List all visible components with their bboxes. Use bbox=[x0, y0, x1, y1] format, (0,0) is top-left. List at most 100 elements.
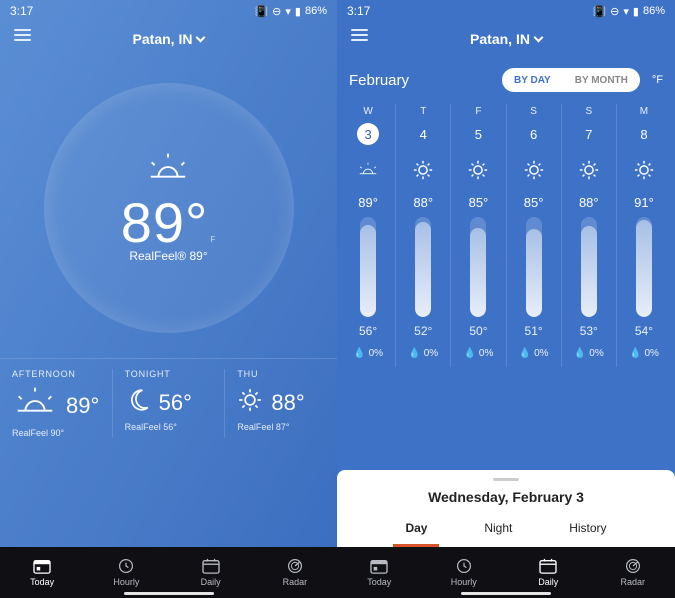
location-picker[interactable]: Patan, IN bbox=[133, 31, 205, 47]
location-label: Patan, IN bbox=[133, 31, 193, 47]
day-number[interactable]: 8 bbox=[633, 123, 655, 145]
chevron-down-icon bbox=[196, 33, 206, 43]
menu-button[interactable] bbox=[351, 29, 368, 41]
hourly-icon bbox=[116, 558, 136, 574]
location-label: Patan, IN bbox=[470, 31, 530, 47]
radar-icon bbox=[623, 558, 643, 574]
days-row[interactable]: W 3 89° 56° 💧0% T 4 88° 52° 💧0% F 5 85° … bbox=[337, 98, 675, 367]
today-icon bbox=[32, 558, 52, 574]
status-icons: 📳 ⊖ ▾ ▮ 86% bbox=[254, 5, 327, 18]
nav-radar[interactable]: Radar bbox=[591, 547, 675, 598]
forecast-realfeel: RealFeel 90° bbox=[12, 428, 100, 438]
day-number[interactable]: 4 bbox=[412, 123, 434, 145]
forecast-realfeel: RealFeel 56° bbox=[125, 422, 213, 432]
sun-icon bbox=[523, 159, 545, 181]
day-low: 56° bbox=[359, 324, 377, 338]
nav-daily[interactable]: Daily bbox=[169, 547, 253, 598]
forecast-period: AFTERNOON bbox=[12, 369, 100, 379]
menu-button[interactable] bbox=[14, 29, 31, 41]
day-column[interactable]: W 3 89° 56° 💧0% bbox=[341, 104, 396, 367]
day-column[interactable]: S 6 85° 51° 💧0% bbox=[507, 104, 562, 367]
screen-today: 3:17 📳 ⊖ ▾ ▮ 86% Patan, IN 89°F RealFeel… bbox=[0, 0, 337, 598]
temp-bar bbox=[581, 217, 597, 317]
home-indicator bbox=[461, 592, 551, 595]
nav-label: Hourly bbox=[451, 577, 477, 587]
day-high: 85° bbox=[524, 195, 544, 210]
current-temp: 89°F bbox=[121, 190, 217, 255]
day-column[interactable]: F 5 85° 50° 💧0% bbox=[451, 104, 506, 367]
day-column[interactable]: S 7 88° 53° 💧0% bbox=[562, 104, 617, 367]
day-high: 85° bbox=[469, 195, 489, 210]
sheet-handle[interactable] bbox=[493, 478, 519, 481]
day-number[interactable]: 6 bbox=[523, 123, 545, 145]
detail-sheet[interactable]: Wednesday, February 3 DayNightHistory bbox=[337, 470, 675, 547]
sunset-icon bbox=[12, 387, 58, 424]
wifi-icon: ▾ bbox=[623, 5, 629, 18]
drop-icon: 💧 bbox=[353, 348, 365, 359]
sun-icon bbox=[412, 159, 434, 181]
day-column[interactable]: M 8 91° 54° 💧0% bbox=[617, 104, 671, 367]
day-high: 89° bbox=[358, 195, 378, 210]
forecast-card[interactable]: AFTERNOON 89° RealFeel 90° bbox=[0, 369, 112, 438]
forecast-period: THU bbox=[237, 369, 325, 379]
current-weather: 89°F RealFeel® 89° bbox=[0, 58, 337, 358]
day-high: 88° bbox=[579, 195, 599, 210]
forecast-card[interactable]: THU 88° RealFeel 87° bbox=[224, 369, 337, 438]
nav-hourly[interactable]: Hourly bbox=[84, 547, 168, 598]
forecast-temp: 88° bbox=[271, 390, 304, 416]
forecast-temp: 89° bbox=[66, 393, 99, 419]
day-of-week: S bbox=[585, 106, 592, 117]
status-time: 3:17 bbox=[347, 4, 370, 18]
drop-icon: 💧 bbox=[629, 348, 641, 359]
wifi-icon: ▾ bbox=[285, 5, 291, 18]
nav-label: Daily bbox=[201, 577, 221, 587]
dnd-icon: ⊖ bbox=[610, 5, 619, 18]
precip: 💧0% bbox=[408, 348, 438, 359]
forecast-realfeel: RealFeel 87° bbox=[237, 422, 325, 432]
nav-today[interactable]: Today bbox=[337, 547, 422, 598]
status-icons: 📳 ⊖ ▾ ▮ 86% bbox=[592, 5, 665, 18]
temp-bar bbox=[415, 217, 431, 317]
day-column[interactable]: T 4 88° 52° 💧0% bbox=[396, 104, 451, 367]
sheet-tab-history[interactable]: History bbox=[565, 515, 610, 541]
sheet-tab-night[interactable]: Night bbox=[480, 515, 516, 541]
temp-bar bbox=[636, 217, 652, 317]
temp-bar bbox=[526, 217, 542, 317]
nav-label: Daily bbox=[538, 577, 558, 587]
nav-hourly[interactable]: Hourly bbox=[422, 547, 507, 598]
day-number[interactable]: 3 bbox=[357, 123, 379, 145]
realfeel-label: RealFeel® 89° bbox=[121, 249, 217, 263]
temp-bar bbox=[360, 217, 376, 317]
screen-daily: 3:17 📳 ⊖ ▾ ▮ 86% Patan, IN February BY D… bbox=[337, 0, 675, 598]
nav-label: Radar bbox=[283, 577, 308, 587]
sunset-icon bbox=[357, 159, 379, 181]
sheet-tab-day[interactable]: Day bbox=[401, 515, 431, 541]
unit-label[interactable]: °F bbox=[652, 74, 663, 86]
day-low: 52° bbox=[414, 324, 432, 338]
bottom-nav: Today Hourly Daily Radar bbox=[337, 547, 675, 598]
forecast-row: AFTERNOON 89° RealFeel 90° TONIGHT 56° R… bbox=[0, 358, 337, 452]
toggle-by-day[interactable]: BY DAY bbox=[502, 68, 563, 92]
day-number[interactable]: 5 bbox=[467, 123, 489, 145]
toggle-by-month[interactable]: BY MONTH bbox=[563, 68, 640, 92]
view-toggle[interactable]: BY DAY BY MONTH bbox=[502, 68, 640, 92]
nav-label: Today bbox=[30, 577, 54, 587]
forecast-card[interactable]: TONIGHT 56° RealFeel 56° bbox=[112, 369, 225, 438]
nav-radar[interactable]: Radar bbox=[253, 547, 337, 598]
nav-daily[interactable]: Daily bbox=[506, 547, 591, 598]
location-picker[interactable]: Patan, IN bbox=[470, 31, 542, 47]
precip: 💧0% bbox=[519, 348, 549, 359]
app-bar: Patan, IN bbox=[0, 20, 337, 58]
day-number[interactable]: 7 bbox=[578, 123, 600, 145]
precip: 💧0% bbox=[353, 348, 383, 359]
forecast-period: TONIGHT bbox=[125, 369, 213, 379]
day-of-week: W bbox=[363, 106, 372, 117]
chevron-down-icon bbox=[534, 33, 544, 43]
precip: 💧0% bbox=[629, 348, 659, 359]
nav-today[interactable]: Today bbox=[0, 547, 84, 598]
sun-icon bbox=[633, 159, 655, 181]
day-of-week: M bbox=[640, 106, 648, 117]
sheet-tabs: Day Night History bbox=[337, 515, 675, 547]
temp-bar bbox=[470, 217, 486, 317]
status-time: 3:17 bbox=[10, 4, 33, 18]
